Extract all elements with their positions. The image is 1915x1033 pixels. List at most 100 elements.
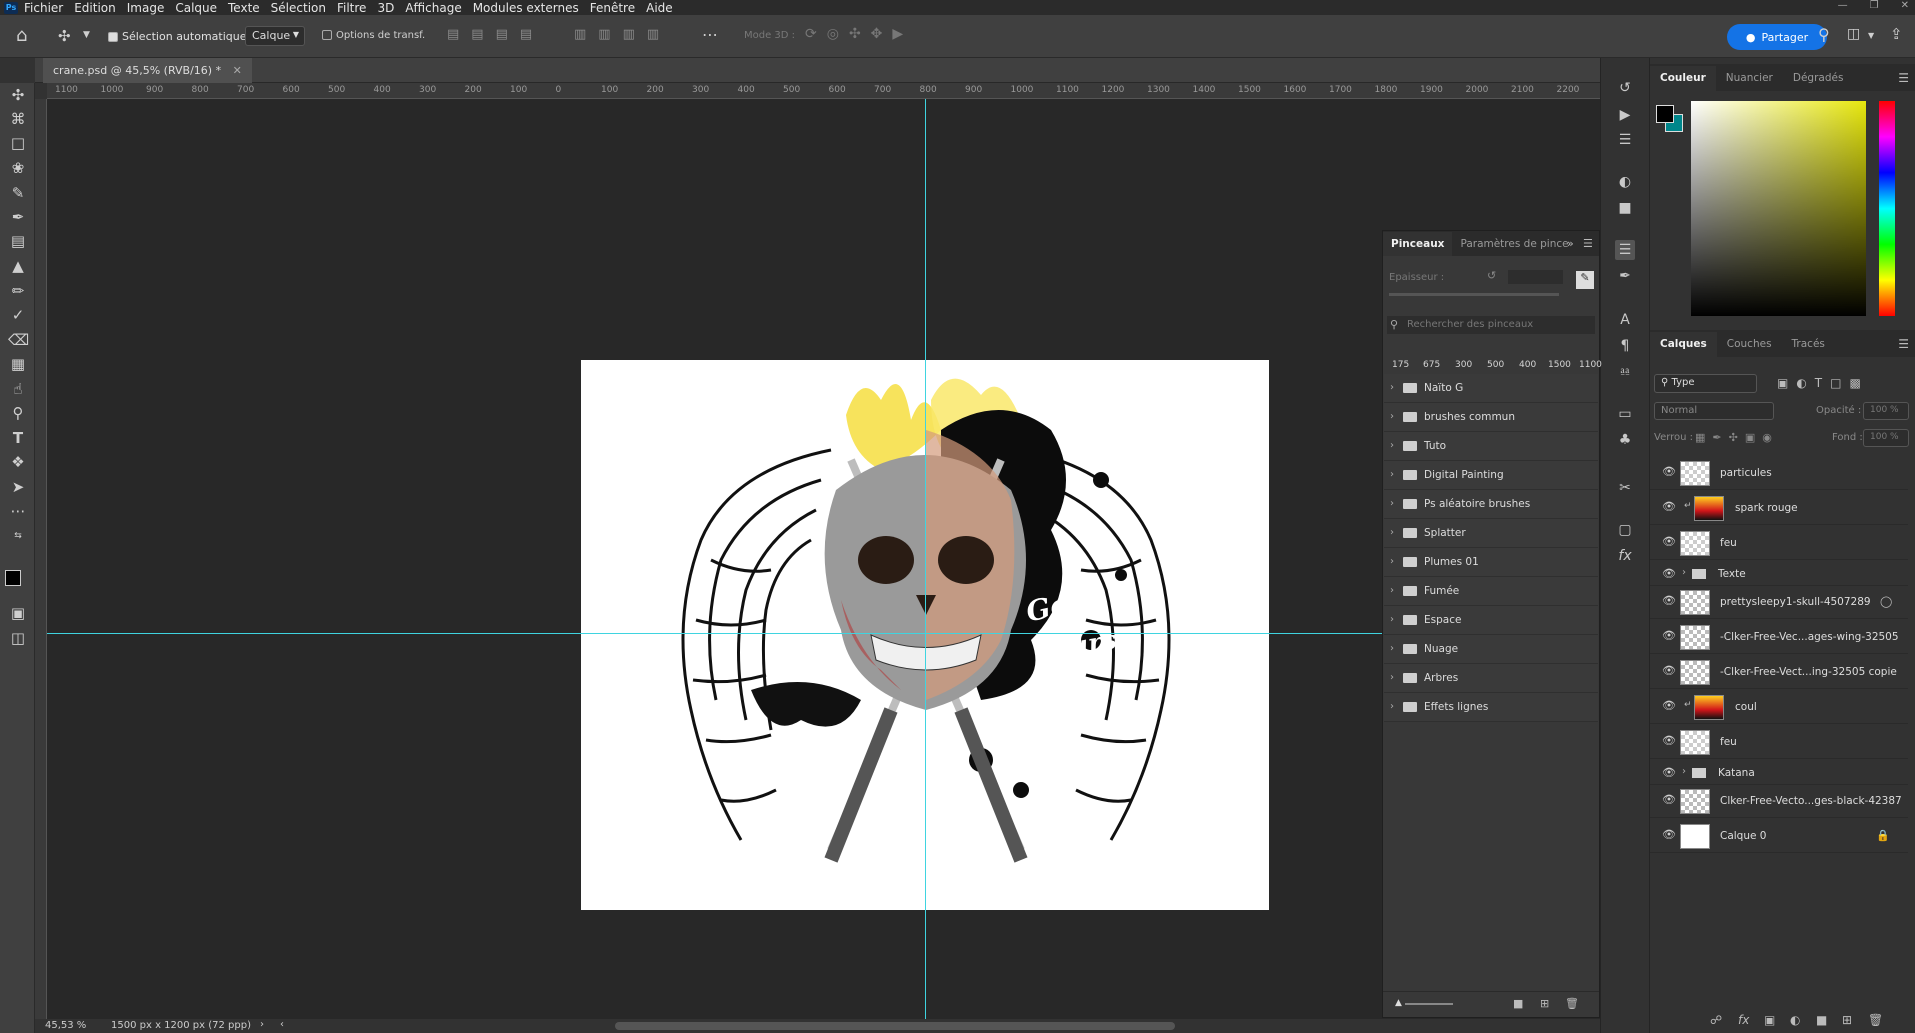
brush-preset[interactable]: 500	[1487, 360, 1504, 370]
tab-calques[interactable]: Calques	[1650, 332, 1717, 357]
vertical-guide[interactable]	[925, 99, 926, 1019]
menu-aide[interactable]: Aide	[646, 1, 673, 15]
brush-folder[interactable]: › Effets lignes	[1384, 693, 1598, 722]
fill-field[interactable]: 100 %	[1863, 429, 1909, 447]
horizontal-ruler[interactable]: 1100 1000 900 800 700 600 500 400 300 200 100 0 100 2…	[47, 83, 1600, 99]
brush-folder[interactable]: › Naïto G	[1384, 374, 1598, 403]
layer-row[interactable]: 👁 Calque 0 🔒	[1650, 820, 1908, 853]
visibility-eye-icon[interactable]: 👁	[1662, 629, 1678, 643]
visibility-eye-icon[interactable]: 👁	[1662, 793, 1678, 807]
color-field[interactable]	[1691, 101, 1866, 316]
visibility-eye-icon[interactable]: 👁	[1662, 699, 1678, 713]
brush-folder[interactable]: › Plumes 01	[1384, 548, 1598, 577]
tab-pinceaux[interactable]: Pinceaux	[1383, 232, 1453, 256]
brush-preset[interactable]: 1500	[1548, 360, 1571, 370]
layer-row[interactable]: 👁 Clker-Free-Vecto...ges-black-42387	[1650, 785, 1908, 818]
brush-folder[interactable]: › Nuage	[1384, 635, 1598, 664]
new-group-icon[interactable]: ■	[1816, 1013, 1827, 1027]
visibility-eye-icon[interactable]: 👁	[1662, 465, 1678, 479]
auto-select-dropdown[interactable]: Calque ▼	[245, 26, 305, 46]
brush-preset[interactable]: 675	[1423, 360, 1440, 370]
chevron-down-icon[interactable]: ▼	[83, 30, 90, 40]
brush-folder[interactable]: › Fumée	[1384, 577, 1598, 606]
horizontal-guide[interactable]	[47, 633, 1382, 634]
brush-size-slider-icon[interactable]: ▲	[1395, 998, 1402, 1008]
move-tool-icon[interactable]: ✣	[58, 27, 71, 45]
layer-filter-icons[interactable]: ▣◐T□▩	[1777, 376, 1869, 390]
export-icon[interactable]: ⇪	[1890, 25, 1903, 43]
new-brush-icon[interactable]: ✎	[1576, 271, 1594, 289]
3d-icon[interactable]: ▭	[1615, 404, 1635, 424]
quick-select-tool-icon[interactable]: ✎	[8, 183, 28, 203]
link-layers-icon[interactable]: ☍	[1710, 1013, 1722, 1027]
layer-row[interactable]: 👁 feu	[1650, 527, 1908, 560]
chevron-down-icon[interactable]: ▼	[1868, 31, 1874, 40]
move-tool-icon[interactable]: ✣	[8, 85, 28, 105]
dodge-tool-icon[interactable]: ⚲	[8, 403, 28, 423]
restore-icon[interactable]: ❐	[1870, 0, 1879, 11]
layer-row[interactable]: 👁 -Clker-Free-Vect...ing-32505 copie	[1650, 656, 1908, 689]
fx-icon[interactable]: fx	[1738, 1013, 1749, 1027]
layer-group-row[interactable]: 👁 › Texte	[1650, 562, 1908, 586]
add-mask-icon[interactable]: ▣	[1764, 1013, 1775, 1027]
document-tab[interactable]: crane.psd @ 45,5% (RVB/16) * ✕	[43, 58, 252, 83]
history-icon[interactable]: ↺	[1615, 78, 1635, 98]
lock-icons[interactable]: ▦✒✣▣◉	[1695, 431, 1779, 444]
thickness-field[interactable]	[1508, 270, 1563, 284]
horizontal-scrollbar[interactable]	[615, 1022, 1175, 1030]
more-tools-icon[interactable]: ⋯	[8, 501, 28, 521]
menu-texte[interactable]: Texte	[228, 1, 260, 15]
collapse-icon[interactable]: »	[1567, 237, 1574, 250]
home-icon[interactable]: ⌂	[16, 25, 27, 46]
brushes-icon[interactable]: ✒	[1615, 266, 1635, 286]
layer-row[interactable]: 👁 particules	[1650, 457, 1908, 490]
brush-folder[interactable]: › Ps aléatoire brushes	[1384, 490, 1598, 519]
panel-menu-icon[interactable]: ☰	[1898, 71, 1909, 85]
eyedropper-tool-icon[interactable]: ✒	[8, 207, 28, 227]
menu-calque[interactable]: Calque	[175, 1, 217, 15]
layer-filter-dropdown[interactable]: ⚲ Type	[1654, 374, 1757, 393]
visibility-eye-icon[interactable]: 👁	[1662, 567, 1678, 581]
layer-row[interactable]: 👁 ↵ spark rouge	[1650, 492, 1908, 525]
menu-image[interactable]: Image	[127, 1, 165, 15]
visibility-eye-icon[interactable]: 👁	[1662, 500, 1678, 514]
layer-row[interactable]: 👁 -Clker-Free-Vec...ages-wing-32505	[1650, 621, 1908, 654]
history-brush-icon[interactable]: ✏	[8, 281, 28, 301]
tab-nuancier[interactable]: Nuancier	[1716, 66, 1783, 91]
tab-couches[interactable]: Couches	[1717, 332, 1782, 357]
tab-parametres-pinceau[interactable]: Paramètres de pince	[1452, 232, 1576, 256]
adjustment-layer-icon[interactable]: ◐	[1790, 1013, 1800, 1027]
brush-preset[interactable]: 175	[1392, 360, 1409, 370]
paragraph-icon[interactable]: ¶	[1615, 336, 1635, 356]
swap-colors-icon[interactable]: ⇆	[8, 526, 28, 546]
3d-tools-icons[interactable]: ⟳◎✣✥▶	[805, 26, 913, 42]
menu-modules-externes[interactable]: Modules externes	[473, 1, 579, 15]
vertical-ruler[interactable]	[35, 99, 47, 1019]
brush-folder[interactable]: › Splatter	[1384, 519, 1598, 548]
stamp-tool-icon[interactable]: ▲	[8, 256, 28, 276]
blend-mode-dropdown[interactable]: Normal	[1654, 402, 1774, 420]
brush-preset[interactable]: 400	[1519, 360, 1536, 370]
healing-brush-icon[interactable]: ▤	[8, 231, 28, 251]
new-brush-icon[interactable]: ⊞	[1540, 997, 1549, 1010]
libraries-icon[interactable]: ▢	[1615, 520, 1635, 540]
actions-play-icon[interactable]: ▶	[1615, 105, 1635, 125]
chevron-right-icon[interactable]: ›	[260, 1019, 264, 1030]
gradient-tool-icon[interactable]: ▦	[8, 354, 28, 374]
new-group-icon[interactable]: ■	[1513, 997, 1523, 1010]
tab-degrades[interactable]: Dégradés	[1783, 66, 1854, 91]
brush-preset[interactable]: 1100	[1579, 360, 1602, 370]
layer-row[interactable]: 👁 prettysleepy1-skull-4507289 ◯	[1650, 586, 1908, 619]
hue-slider[interactable]	[1879, 101, 1895, 316]
type-tool-icon[interactable]: T	[8, 428, 28, 448]
character-styles-icon[interactable]: ♣	[1615, 430, 1635, 450]
zoom-level[interactable]: 45,53 %	[45, 1020, 86, 1031]
properties-icon[interactable]: ☰	[1615, 130, 1635, 150]
foreground-swatch[interactable]	[1656, 105, 1674, 123]
chevron-right-icon[interactable]: ›	[1682, 567, 1686, 578]
adjustments-icon[interactable]: ◐	[1615, 172, 1635, 192]
close-tab-icon[interactable]: ✕	[233, 64, 242, 77]
brush-folder[interactable]: › Espace	[1384, 606, 1598, 635]
chevron-left-icon[interactable]: ‹	[280, 1019, 284, 1030]
visibility-eye-icon[interactable]: 👁	[1662, 535, 1678, 549]
